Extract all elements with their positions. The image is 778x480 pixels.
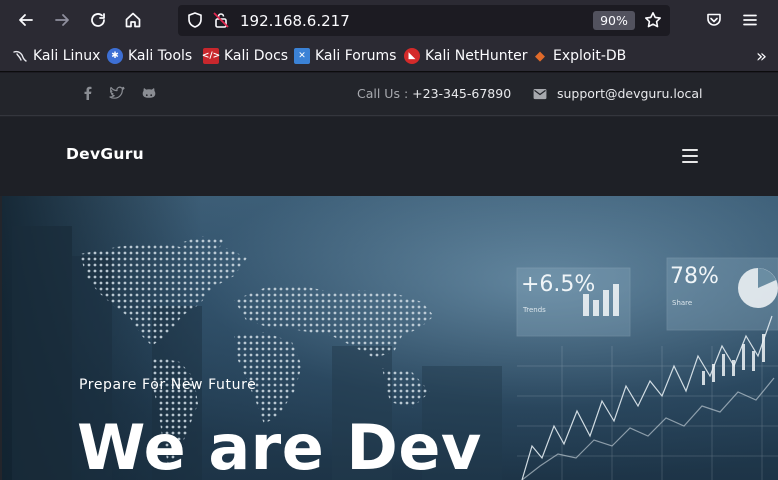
top-contact-bar: Call Us : +23-345-67890 support@devguru.… [0, 73, 778, 116]
phone-number[interactable]: +23-345-67890 [412, 86, 511, 101]
stat-trend-label: Trends [523, 306, 546, 314]
hero-banner: +6.5% Trends 78% Share Prepare For New F… [2, 196, 778, 480]
email-info: support@devguru.local [533, 86, 703, 103]
bookmark-label: Kali Forums [315, 48, 397, 64]
bookmark-kali-nethunter[interactable]: ◣ Kali NetHunter [404, 46, 527, 66]
bookmark-label: Kali Linux [33, 48, 101, 64]
more-bookmarks-icon[interactable]: » [756, 46, 767, 67]
shield-icon[interactable] [186, 11, 204, 29]
browser-toolbar: 192.168.6.217 90% [0, 0, 778, 40]
support-email[interactable]: support@devguru.local [557, 86, 703, 101]
forward-icon[interactable] [48, 6, 76, 34]
site-navbar: DevGuru [0, 117, 778, 196]
stats-overlay [516, 257, 778, 337]
page-content: Call Us : +23-345-67890 support@devguru.… [0, 73, 778, 480]
bookmark-label: Kali NetHunter [425, 48, 528, 64]
bookmark-label: Kali Docs [224, 48, 289, 64]
facebook-icon[interactable] [80, 85, 96, 101]
zoom-level[interactable]: 90% [593, 11, 635, 30]
reload-icon[interactable] [84, 6, 112, 34]
stat-share-label: Share [672, 299, 693, 307]
bookmark-kali-linux[interactable]: Kali Linux [12, 46, 100, 66]
bookmark-kali-docs[interactable]: </> Kali Docs [202, 46, 289, 66]
stat-share-value: 78% [670, 264, 719, 289]
stat-trend-value: +6.5% [521, 272, 596, 297]
bookmarks-bar: Kali Linux ✱ Kali Tools </> Kali Docs ✕ … [0, 40, 778, 72]
hero-subtitle: Prepare For New Future [79, 377, 257, 393]
site-logo[interactable]: DevGuru [66, 145, 144, 163]
address-bar[interactable]: 192.168.6.217 90% [178, 5, 670, 36]
exploit-db-icon: ◆ [535, 48, 545, 64]
star-icon[interactable] [644, 11, 662, 29]
bookmark-kali-forums[interactable]: ✕ Kali Forums [294, 46, 396, 66]
kali-tools-icon: ✱ [107, 48, 123, 64]
hamburger-menu-icon[interactable] [736, 6, 764, 34]
bookmark-exploit-db[interactable]: ◆ Exploit-DB [532, 46, 626, 66]
back-icon[interactable] [12, 6, 40, 34]
call-us-label: Call Us : [357, 86, 409, 101]
github-icon[interactable] [141, 85, 157, 101]
nethunter-icon: ◣ [404, 48, 420, 64]
kali-docs-icon: </> [202, 48, 220, 64]
kali-forums-icon: ✕ [294, 48, 310, 64]
insecure-lock-icon[interactable] [212, 11, 230, 29]
bookmark-label: Exploit-DB [553, 48, 627, 64]
hero-title: We are Dev [77, 411, 482, 480]
home-icon[interactable] [119, 6, 147, 34]
twitter-icon[interactable] [109, 85, 125, 101]
bookmark-label: Kali Tools [128, 48, 193, 64]
envelope-icon [533, 88, 547, 103]
kali-dragon-icon [12, 48, 28, 64]
nav-menu-toggle-icon[interactable] [682, 149, 698, 163]
bookmark-kali-tools[interactable]: ✱ Kali Tools [107, 46, 192, 66]
call-us-info: Call Us : +23-345-67890 [357, 86, 511, 101]
url-text[interactable]: 192.168.6.217 [240, 12, 350, 30]
pocket-icon[interactable] [700, 6, 728, 34]
